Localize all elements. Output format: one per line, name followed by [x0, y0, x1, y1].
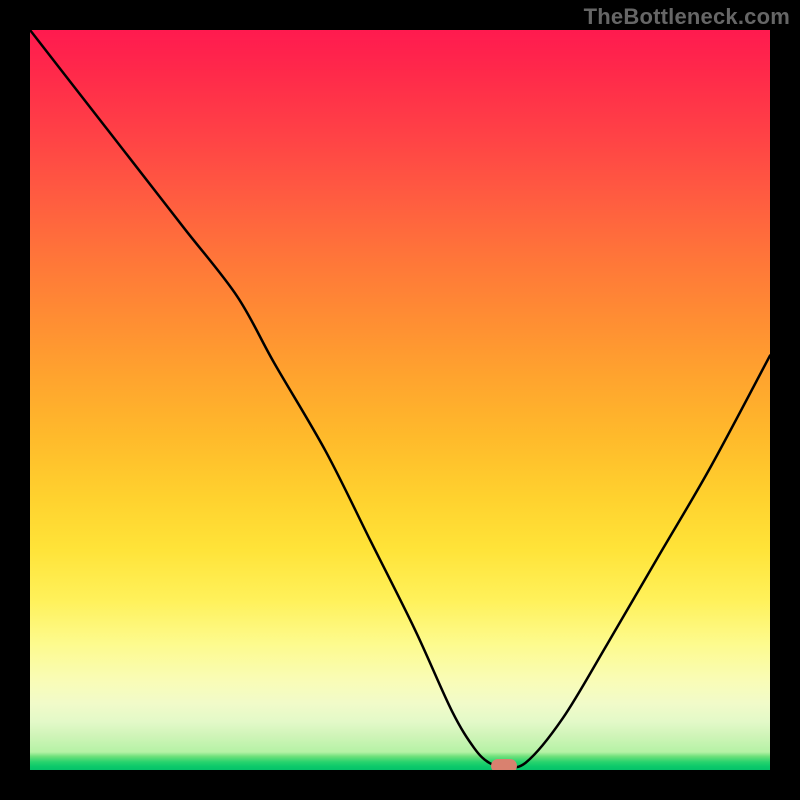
chart-frame: TheBottleneck.com	[0, 0, 800, 800]
watermark-text: TheBottleneck.com	[584, 4, 790, 30]
minimum-marker	[491, 759, 517, 770]
bottleneck-curve	[30, 30, 770, 770]
plot-area	[30, 30, 770, 770]
